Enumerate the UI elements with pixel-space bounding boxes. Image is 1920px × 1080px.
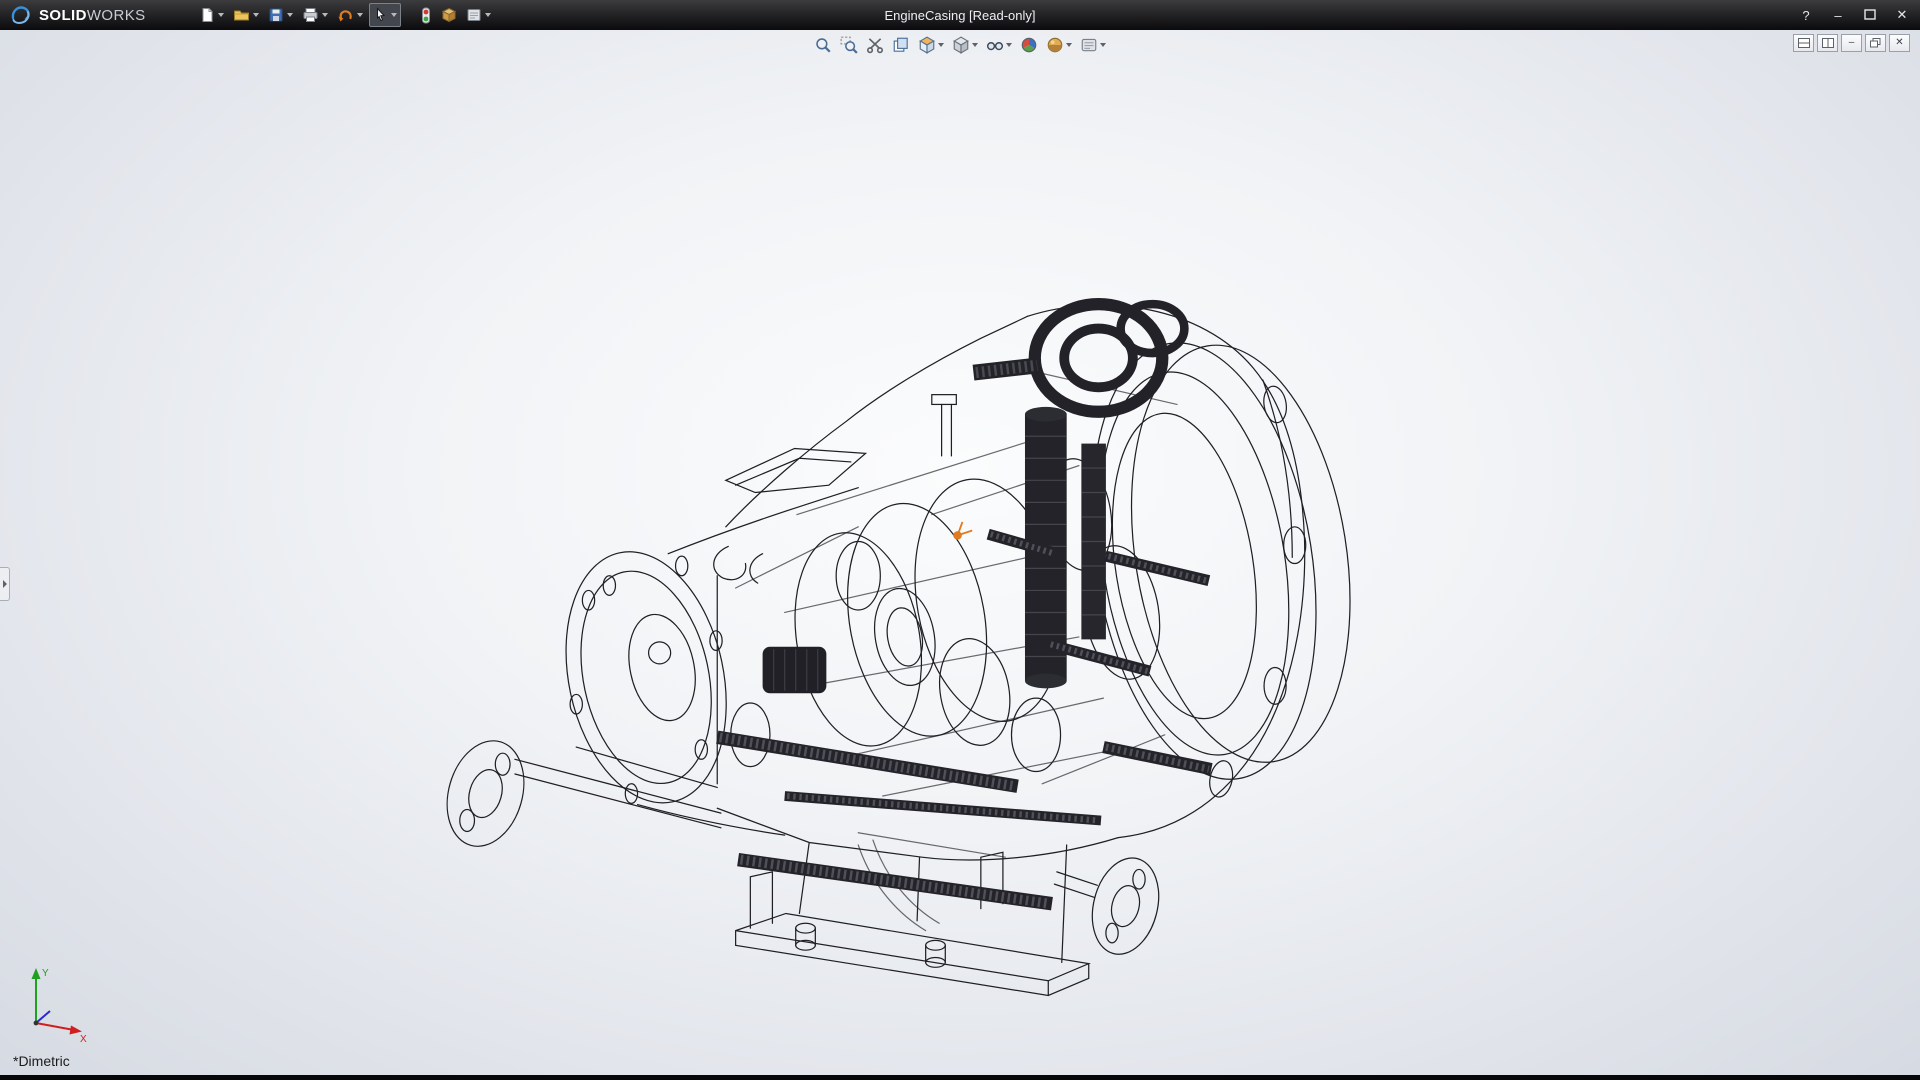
dropdown-caret[interactable] xyxy=(287,13,293,17)
view-settings-button[interactable] xyxy=(1077,33,1109,57)
display-style-button[interactable] xyxy=(949,33,981,57)
app-minimize-button[interactable]: – xyxy=(1830,8,1846,23)
dropdown-caret[interactable] xyxy=(322,13,328,17)
app-window-controls: ? – ✕ xyxy=(1798,0,1910,30)
view-orientation-icon xyxy=(918,36,936,54)
previous-view-button[interactable] xyxy=(889,33,913,57)
view-orientation-button[interactable] xyxy=(915,33,947,57)
dropdown-caret[interactable] xyxy=(485,13,491,17)
bottom-edge-strip xyxy=(0,1075,1920,1080)
title-bar: SOLIDWORKS xyxy=(0,0,1920,30)
doc-close-button[interactable]: ✕ xyxy=(1889,34,1910,52)
zoom-to-area-button[interactable] xyxy=(837,33,861,57)
expand-panel-arrow-icon xyxy=(3,580,7,588)
dropdown-caret[interactable] xyxy=(1100,43,1106,47)
tile-horizontal-icon xyxy=(1798,38,1810,48)
dropdown-caret[interactable] xyxy=(1006,43,1012,47)
view-settings-icon xyxy=(1080,36,1098,54)
dropdown-caret[interactable] xyxy=(357,13,363,17)
zoom-to-fit-button[interactable] xyxy=(811,33,835,57)
window-title: EngineCasing [Read-only] xyxy=(884,8,1035,23)
print-icon xyxy=(302,7,319,23)
hide-show-items-button[interactable] xyxy=(983,33,1015,57)
select-cursor-icon xyxy=(373,7,388,23)
edit-appearance-button[interactable] xyxy=(1017,33,1041,57)
print-button[interactable] xyxy=(299,3,331,27)
open-document-button[interactable] xyxy=(230,3,262,27)
hide-show-items-icon xyxy=(986,36,1004,54)
undo-icon xyxy=(337,7,354,23)
open-folder-icon xyxy=(233,7,250,23)
section-view-icon xyxy=(866,36,884,54)
orientation-triad: Y X xyxy=(22,963,92,1045)
brand-text: SOLIDWORKS xyxy=(39,7,146,24)
new-document-button[interactable] xyxy=(196,3,227,27)
edit-appearance-icon xyxy=(1020,36,1038,54)
triad-y-label: Y xyxy=(42,968,49,979)
dropdown-caret[interactable] xyxy=(972,43,978,47)
tile-horizontal-button[interactable] xyxy=(1793,34,1814,52)
brand-bold: SOLID xyxy=(39,7,87,24)
rebuild-indicator-icon xyxy=(420,7,432,24)
dropdown-caret[interactable] xyxy=(253,13,259,17)
options-button[interactable] xyxy=(463,3,494,27)
triad-x-label: X xyxy=(80,1034,87,1045)
options-icon xyxy=(466,7,482,23)
rebuild-indicator-button[interactable] xyxy=(417,3,435,27)
apply-scene-button[interactable] xyxy=(1043,33,1075,57)
new-document-icon xyxy=(199,7,215,23)
save-button[interactable] xyxy=(265,3,296,27)
tile-vertical-button[interactable] xyxy=(1817,34,1838,52)
engine-casing-wireframe-model xyxy=(0,30,1920,1075)
tile-vertical-icon xyxy=(1822,38,1834,48)
viewport-3d[interactable]: – ✕ Y X *Dimetric xyxy=(0,30,1920,1075)
doc-minimize-button[interactable]: – xyxy=(1841,34,1862,52)
apply-scene-icon xyxy=(1046,36,1064,54)
dropdown-caret[interactable] xyxy=(1066,43,1072,47)
document-window-controls: – ✕ xyxy=(1793,34,1910,52)
section-view-button[interactable] xyxy=(863,33,887,57)
maximize-icon xyxy=(1864,9,1876,20)
doc-restore-icon xyxy=(1870,38,1881,48)
edit-component-icon xyxy=(441,7,457,23)
dropdown-caret[interactable] xyxy=(391,13,397,17)
select-button[interactable] xyxy=(369,3,401,27)
display-style-icon xyxy=(952,36,970,54)
zoom-to-fit-icon xyxy=(814,36,832,54)
doc-restore-button[interactable] xyxy=(1865,34,1886,52)
app-maximize-button[interactable] xyxy=(1862,8,1878,23)
app-brand: SOLIDWORKS xyxy=(0,4,162,26)
heads-up-view-toolbar xyxy=(811,33,1109,57)
help-button[interactable]: ? xyxy=(1798,8,1814,23)
feature-panel-collapsed-tab[interactable] xyxy=(0,567,10,601)
main-toolbar xyxy=(196,0,494,30)
undo-button[interactable] xyxy=(334,3,366,27)
previous-view-icon xyxy=(892,36,910,54)
zoom-to-area-icon xyxy=(840,36,858,54)
dropdown-caret[interactable] xyxy=(938,43,944,47)
save-icon xyxy=(268,7,284,23)
origin-marker xyxy=(953,522,972,540)
dropdown-caret[interactable] xyxy=(218,13,224,17)
view-orientation-label: *Dimetric xyxy=(13,1053,70,1069)
brand-light: WORKS xyxy=(87,7,146,24)
solidworks-logo-icon xyxy=(10,4,32,26)
app-close-button[interactable]: ✕ xyxy=(1894,7,1910,23)
edit-component-button[interactable] xyxy=(438,3,460,27)
